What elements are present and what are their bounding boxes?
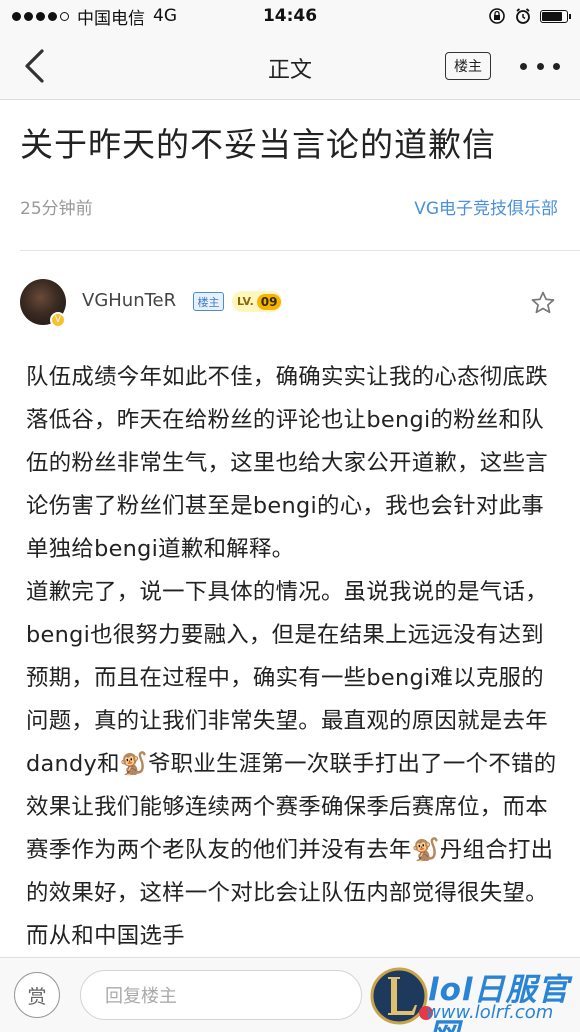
more-options-icon[interactable] (520, 54, 560, 78)
reward-button[interactable]: 赏 (14, 972, 60, 1018)
status-left: 中国电信 4G (12, 4, 177, 29)
op-badge: 楼主 (193, 292, 224, 311)
level-prefix: LV. (237, 295, 254, 308)
divider (20, 250, 580, 251)
network-type: 4G (153, 6, 177, 26)
only-op-button[interactable]: 楼主 (445, 52, 491, 80)
source-link[interactable]: VG电子竞技俱乐部 (414, 194, 558, 219)
author-name[interactable]: VGHunTeR (82, 290, 176, 311)
app-page: 中国电信 4G 14:46 正文 楼主 关于昨天的不妥当言论的道歉信 25分钟前… (0, 0, 580, 1032)
lol-logo-icon (370, 967, 428, 1025)
article-title: 关于昨天的不妥当言论的道歉信 (20, 125, 496, 164)
watermark-url: www.lolrf.com (426, 1002, 554, 1023)
body-paragraph: 道歉完了，说一下具体的情况。虽说我说的是气话，bengi也很努力要融入，但是在结… (26, 579, 557, 949)
verified-badge-icon: V (50, 312, 66, 328)
favorite-star-icon[interactable] (530, 290, 556, 316)
signal-strength-icon (12, 11, 69, 21)
page-title: 正文 (267, 58, 312, 83)
level-badge: LV. 09 (232, 291, 282, 312)
carrier-name: 中国电信 (77, 8, 145, 29)
level-number: 09 (256, 293, 282, 310)
rotation-lock-icon (489, 8, 505, 24)
post-time: 25分钟前 (20, 199, 93, 219)
body-paragraph: 队伍成绩今年如此不佳，确确实实让我的心态彻底跌落低谷，昨天在给粉丝的评论也让be… (26, 364, 548, 562)
status-bar: 中国电信 4G 14:46 (0, 0, 580, 32)
nav-bar: 正文 楼主 (0, 32, 580, 100)
battery-level (542, 11, 562, 21)
alarm-icon (516, 8, 530, 24)
battery-icon (540, 9, 571, 23)
article-body: 队伍成绩今年如此不佳，确确实实让我的心态彻底跌落低谷，昨天在给粉丝的评论也让be… (26, 356, 560, 958)
status-right (488, 7, 571, 25)
reply-input[interactable]: 回复楼主 (80, 970, 362, 1020)
